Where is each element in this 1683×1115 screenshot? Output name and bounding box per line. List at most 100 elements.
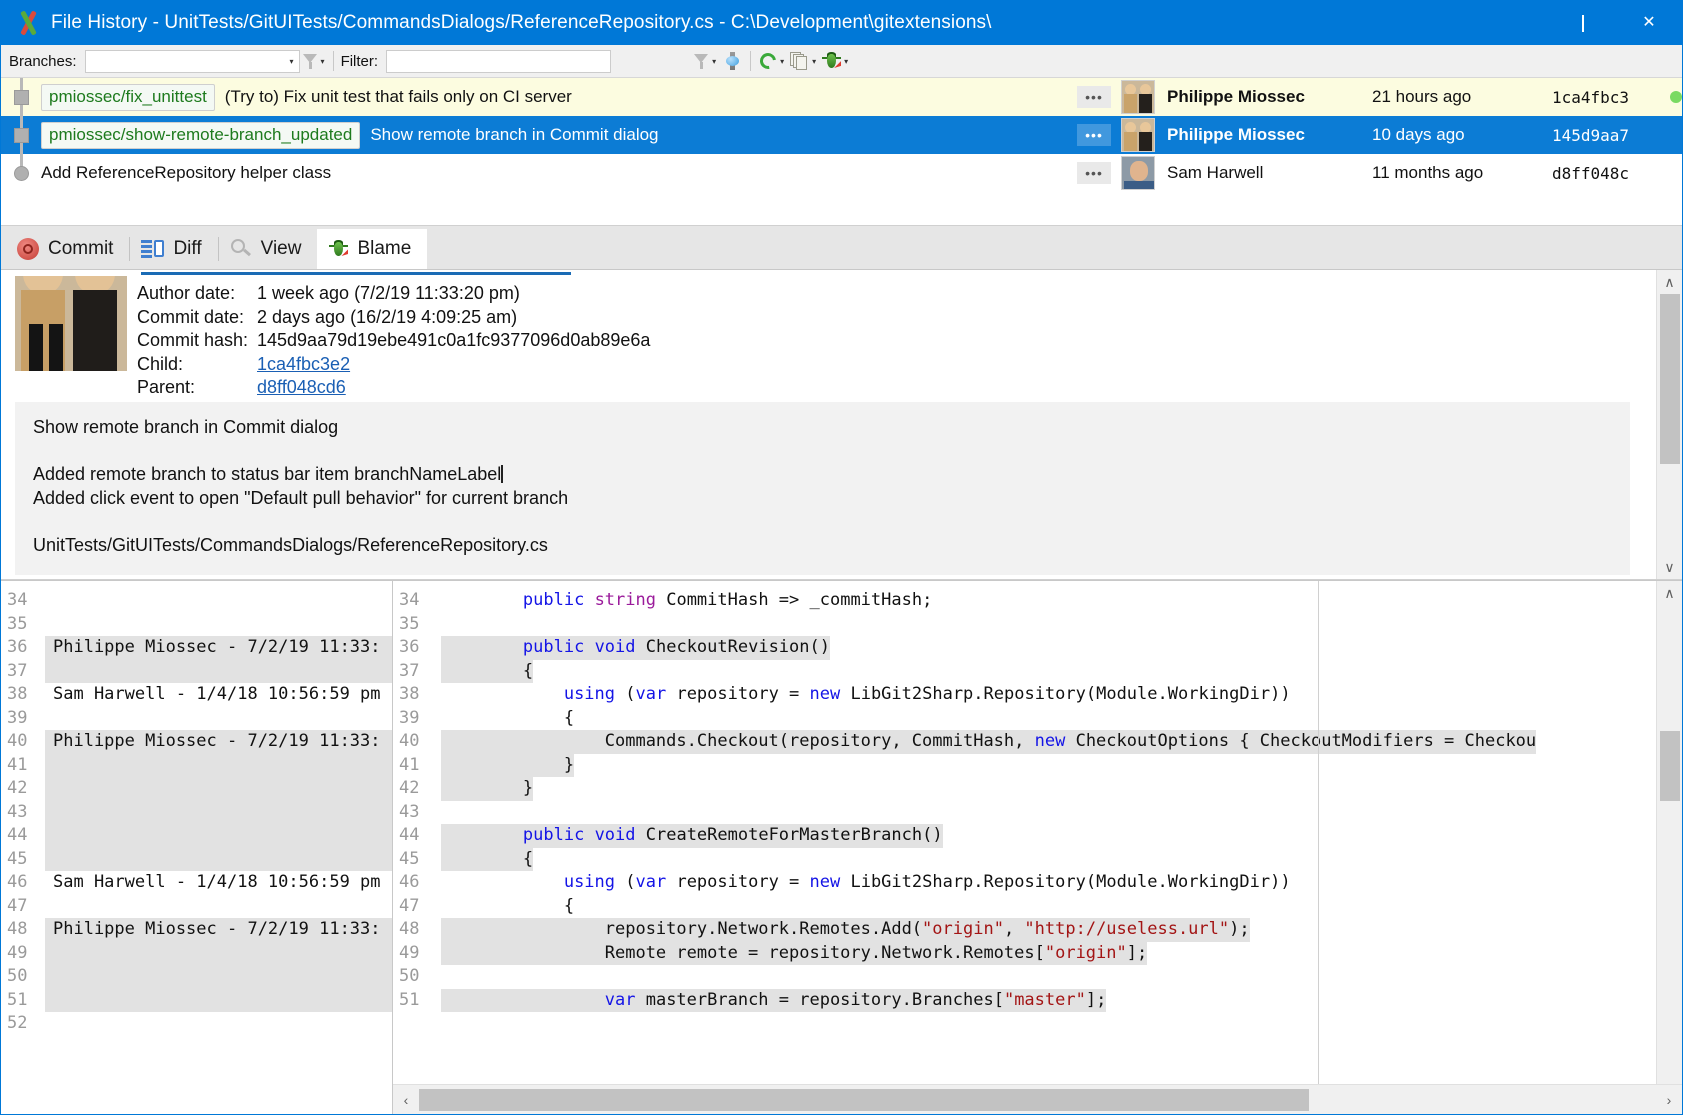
blame-line	[45, 589, 392, 613]
code-token: CommitHash => _commitHash;	[656, 590, 932, 610]
metadata-value: 145d9aa79d19ebe491c0a1fc9377096d0ab89e6a	[257, 330, 650, 351]
blame-line	[45, 848, 392, 872]
line-number: 51	[393, 989, 441, 1013]
branch-filter-button[interactable]: ▾	[300, 48, 328, 74]
blame-line	[45, 824, 392, 848]
code-token: CheckoutOptions { CheckoutModifiers = Ch…	[1065, 731, 1536, 751]
parent-commit-link[interactable]: d8ff048cd6	[257, 377, 346, 397]
code-token: using	[564, 872, 615, 892]
bug-icon	[329, 240, 348, 258]
code-line	[441, 965, 1656, 989]
scroll-up-button[interactable]: ∧	[1657, 581, 1683, 605]
scrollbar-thumb[interactable]	[1660, 294, 1680, 464]
code-token	[584, 590, 594, 610]
scrollbar-track[interactable]	[419, 1085, 1656, 1115]
tab-diff[interactable]: Diff	[129, 229, 217, 269]
line-number: 43	[1, 801, 45, 825]
code-token	[441, 637, 523, 657]
branches-combobox[interactable]: ▾	[85, 50, 300, 73]
blame-line-numbers: 34 35 36 37 38 39 40 41 42 43 44 45 46 4…	[1, 581, 45, 1114]
branch-label[interactable]: pmiossec/show-remote-branch_updated	[41, 122, 360, 149]
code-line-content: {	[441, 848, 533, 872]
line-number: 38	[1, 683, 45, 707]
code-line: Commands.Checkout(repository, CommitHash…	[441, 730, 1656, 754]
refresh-button[interactable]: ▾	[756, 48, 787, 74]
tab-commit[interactable]: Commit	[5, 229, 129, 269]
commit-file-path: UnitTests/GitUITests/CommandsDialogs/Ref…	[33, 534, 1612, 558]
table-row[interactable]: Add ReferenceRepository helper class •••…	[1, 154, 1682, 192]
tab-label: Diff	[173, 238, 201, 260]
code-token	[441, 590, 523, 610]
code-token: "master"	[1004, 990, 1086, 1010]
blame-toolbar-button[interactable]: ▾	[819, 48, 851, 74]
tab-view[interactable]: View	[218, 229, 318, 269]
avatar	[15, 276, 127, 371]
status-badge	[1670, 91, 1682, 103]
scroll-down-button[interactable]: ∨	[1657, 555, 1683, 579]
scrollbar-thumb[interactable]	[1660, 731, 1680, 801]
scroll-left-button[interactable]: ‹	[393, 1085, 419, 1115]
row-menu-button[interactable]: •••	[1077, 124, 1111, 146]
branches-label: Branches:	[7, 53, 85, 70]
tab-blame[interactable]: Blame	[317, 229, 427, 269]
filter-toolbar: Branches: ▾ ▾ Filter: ▾ ▾ ▾ ▾	[1, 45, 1682, 78]
code-token: public	[523, 637, 584, 657]
code-token: new	[810, 872, 841, 892]
code-line: {	[441, 848, 1656, 872]
code-token: repository.Network.Remotes.Add(	[441, 919, 922, 939]
revision-filter-button[interactable]: ▾	[691, 48, 719, 74]
scrollbar-thumb[interactable]	[419, 1089, 1309, 1111]
code-vertical-scrollbar[interactable]: ∧	[1656, 581, 1682, 1084]
code-horizontal-scrollbar[interactable]: ‹ ›	[393, 1084, 1682, 1114]
copy-button[interactable]: ▾	[787, 48, 819, 74]
metadata-key: Parent:	[137, 377, 257, 398]
detail-vertical-scrollbar[interactable]: ∧ ∨	[1656, 270, 1682, 579]
line-number: 43	[393, 801, 441, 825]
blame-line: Sam Harwell - 1/4/18 10:56:59 pm	[45, 871, 392, 895]
code-token: repository =	[666, 684, 809, 704]
funnel-icon	[694, 53, 709, 70]
magnifier-icon	[230, 239, 252, 259]
code-line-content: {	[441, 660, 533, 684]
pin-button[interactable]	[719, 48, 745, 74]
scroll-right-button[interactable]: ›	[1656, 1085, 1682, 1115]
code-line: }	[441, 754, 1656, 778]
code-line: Remote remote = repository.Network.Remot…	[441, 942, 1656, 966]
blame-line: Philippe Miossec - 7/2/19 11:33:	[45, 918, 392, 942]
minimize-button[interactable]	[1484, 1, 1550, 45]
tab-label: Blame	[357, 238, 411, 260]
branch-label[interactable]: pmiossec/fix_unittest	[41, 84, 215, 111]
table-row[interactable]: pmiossec/fix_unittest (Try to) Fix unit …	[1, 78, 1682, 116]
table-row[interactable]: pmiossec/show-remote-branch_updated Show…	[1, 116, 1682, 154]
metadata-key: Child:	[137, 354, 257, 375]
source-code-view[interactable]: public string CommitHash => _commitHash;…	[441, 581, 1656, 1084]
blame-annotations[interactable]: Philippe Miossec - 7/2/19 11:33: Sam Har…	[45, 581, 392, 1114]
code-token: var	[636, 872, 667, 892]
code-line: {	[441, 660, 1656, 684]
blame-line	[45, 1012, 392, 1036]
line-number: 42	[393, 777, 441, 801]
code-token: void	[595, 637, 636, 657]
code-token	[441, 825, 523, 845]
blame-line: Sam Harwell - 1/4/18 10:56:59 pm	[45, 683, 392, 707]
code-token: CheckoutRevision()	[636, 637, 830, 657]
line-number: 46	[393, 871, 441, 895]
line-number: 49	[393, 942, 441, 966]
row-menu-button[interactable]: •••	[1077, 162, 1111, 184]
blame-annotation-panel[interactable]: 34 35 36 37 38 39 40 41 42 43 44 45 46 4…	[1, 581, 393, 1114]
code-line: public string CommitHash => _commitHash;	[441, 589, 1656, 613]
chevron-down-icon: ▾	[844, 57, 848, 66]
line-number: 45	[393, 848, 441, 872]
commit-hash: 145d9aa7	[1552, 126, 1670, 145]
file-history-window: File History - UnitTests/GitUITests/Comm…	[0, 0, 1683, 1115]
blame-line	[45, 965, 392, 989]
child-commit-link[interactable]: 1ca4fbc3e2	[257, 354, 350, 374]
scroll-up-button[interactable]: ∧	[1657, 270, 1683, 294]
revision-grid[interactable]: pmiossec/fix_unittest (Try to) Fix unit …	[1, 78, 1682, 226]
code-token	[441, 990, 605, 1010]
commit-message-box[interactable]: Show remote branch in Commit dialog Adde…	[15, 402, 1630, 575]
row-menu-button[interactable]: •••	[1077, 86, 1111, 108]
close-button[interactable]: ✕	[1616, 1, 1682, 45]
maximize-button[interactable]	[1550, 1, 1616, 45]
filter-input[interactable]	[386, 50, 611, 73]
